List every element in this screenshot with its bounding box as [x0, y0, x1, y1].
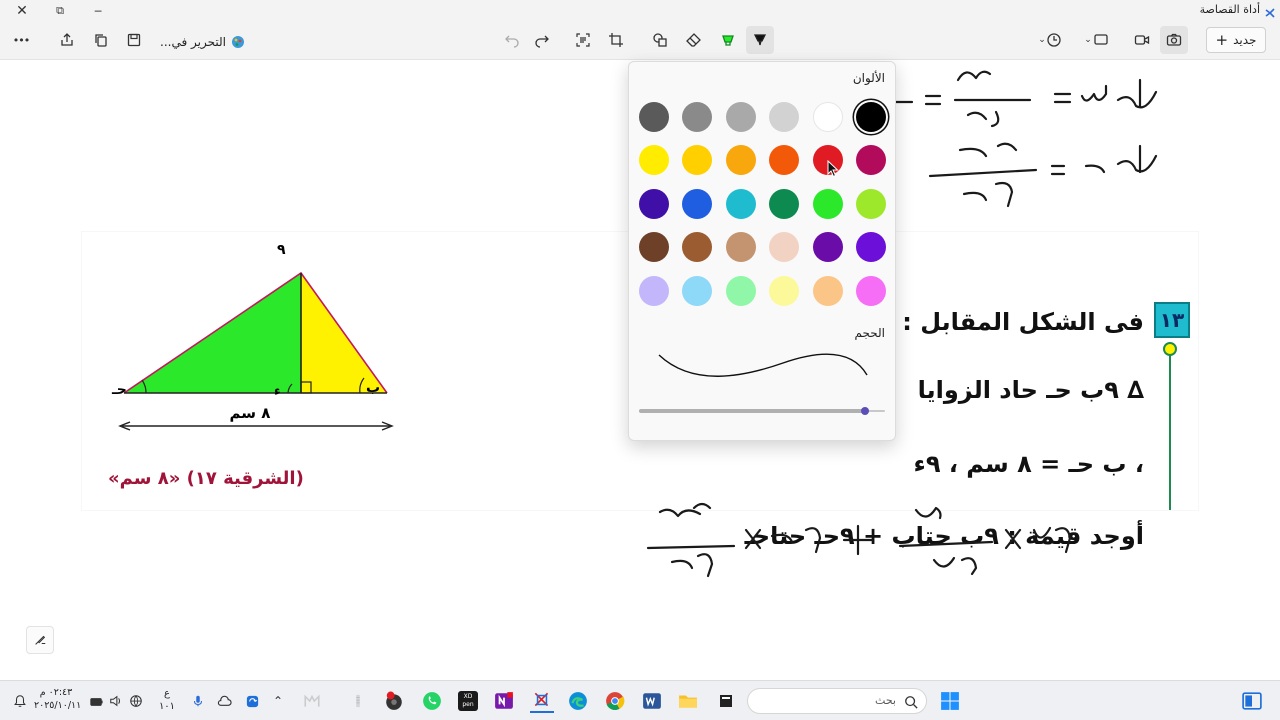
- new-snip-label: جديد: [1233, 33, 1257, 47]
- notification-panel-icon[interactable]: [8, 689, 32, 713]
- search-icon: [904, 694, 918, 709]
- cloud-sync-icon[interactable]: [212, 689, 236, 713]
- input-language-primary: ع: [164, 688, 170, 699]
- edge-icon[interactable]: [566, 689, 590, 713]
- rectangle-mode-icon[interactable]: [1087, 26, 1115, 54]
- color-swatch[interactable]: [769, 145, 800, 176]
- edit-in-button[interactable]: التحرير في...: [160, 32, 245, 52]
- clock-time: ٠٢:٤٣ م: [39, 687, 73, 698]
- color-swatch[interactable]: [639, 102, 669, 132]
- color-swatch[interactable]: [856, 232, 886, 263]
- refresh-app-icon[interactable]: [240, 689, 264, 713]
- color-swatch[interactable]: [725, 188, 756, 219]
- color-swatch[interactable]: [856, 275, 886, 306]
- video-mode-icon[interactable]: [1128, 26, 1156, 54]
- word-icon[interactable]: [640, 689, 664, 713]
- title-bar: ✕ ⧉ ─ أداة القصاصة: [0, 0, 1280, 22]
- app-logo-icon: [1264, 4, 1276, 18]
- stroke-preview: [658, 353, 868, 377]
- color-swatch[interactable]: [725, 145, 756, 176]
- size-title: الحجم: [854, 326, 885, 340]
- size-slider[interactable]: [639, 404, 885, 418]
- save-icon[interactable]: [120, 26, 148, 54]
- start-button[interactable]: [938, 689, 962, 713]
- color-swatch[interactable]: [682, 188, 713, 219]
- plus-icon: +: [1215, 30, 1229, 49]
- xdpen-icon[interactable]: XD pen: [456, 689, 480, 713]
- recorder-app-icon[interactable]: [382, 689, 406, 713]
- new-snip-button[interactable]: + جديد: [1206, 27, 1266, 53]
- ghost-app-icon[interactable]: [300, 689, 324, 713]
- color-swatch[interactable]: [725, 275, 756, 306]
- color-swatch[interactable]: [725, 232, 756, 263]
- color-swatch[interactable]: [725, 102, 756, 132]
- more-options-button[interactable]: •••: [7, 26, 35, 54]
- color-swatch[interactable]: [769, 188, 800, 219]
- toolbar: ••• التحرير في... ⌄ ⌄ + جديد: [0, 22, 1280, 60]
- color-swatch[interactable]: [769, 102, 800, 132]
- microphone-icon[interactable]: [186, 689, 210, 713]
- colors-title: الألوان: [852, 71, 885, 85]
- color-swatch[interactable]: [856, 188, 886, 219]
- share-icon[interactable]: [53, 26, 81, 54]
- edit-in-label: التحرير في...: [160, 35, 226, 49]
- highlighter-icon[interactable]: [714, 26, 742, 54]
- color-swatch[interactable]: [812, 102, 843, 132]
- color-swatch[interactable]: [769, 232, 800, 263]
- input-language-secondary: ١٠١: [158, 701, 176, 712]
- app-title: أداة القصاصة: [1199, 3, 1260, 16]
- color-swatch[interactable]: [769, 275, 800, 306]
- clock-date: ٢٠٢٥/١٠/١١: [34, 700, 82, 711]
- color-swatch[interactable]: [682, 275, 713, 306]
- pen-settings-popup: الألوان الحجم: [628, 61, 896, 441]
- terminal-app-icon[interactable]: [714, 689, 738, 713]
- color-swatch[interactable]: [682, 102, 713, 132]
- touch-writing-icon[interactable]: [26, 626, 54, 654]
- color-swatch[interactable]: [812, 188, 843, 219]
- shapes-icon[interactable]: [646, 26, 674, 54]
- color-swatch[interactable]: [682, 232, 713, 263]
- color-swatch[interactable]: [639, 232, 669, 263]
- zipper-app-icon[interactable]: [346, 689, 370, 713]
- color-swatch[interactable]: [856, 102, 886, 132]
- mouse-cursor-icon: [827, 159, 839, 178]
- size-slider-thumb[interactable]: [860, 407, 869, 415]
- taskbar: ٠٢:٤٣ م ٢٠٢٥/١٠/١١ ع ١٠١ ⌃ XD pen بحث: [0, 680, 1280, 720]
- copy-icon[interactable]: [87, 26, 115, 54]
- file-explorer-icon[interactable]: [676, 689, 700, 713]
- timer-icon[interactable]: [1040, 26, 1068, 54]
- snipping-tool-icon[interactable]: [530, 689, 554, 713]
- eraser-icon[interactable]: [680, 26, 708, 54]
- search-placeholder: بحث: [875, 694, 896, 707]
- color-swatch[interactable]: [639, 188, 669, 219]
- pen-icon[interactable]: [746, 26, 774, 54]
- undo-icon[interactable]: [498, 26, 526, 54]
- size-slider-fill: [639, 409, 867, 413]
- color-swatch[interactable]: [812, 232, 843, 263]
- paint-app-icon: [231, 35, 245, 49]
- chrome-icon[interactable]: [603, 689, 627, 713]
- color-swatch[interactable]: [639, 275, 669, 306]
- camera-mode-icon[interactable]: [1160, 26, 1188, 54]
- onenote-icon[interactable]: [492, 689, 516, 713]
- clock[interactable]: ٠٢:٤٣ م ٢٠٢٥/١٠/١١: [34, 686, 82, 712]
- whatsapp-icon[interactable]: [420, 689, 444, 713]
- crop-icon[interactable]: [602, 26, 630, 54]
- show-hidden-icons-icon[interactable]: ⌃: [266, 689, 290, 713]
- color-swatch[interactable]: [682, 145, 713, 176]
- color-swatch[interactable]: [856, 145, 886, 176]
- taskbar-search-box[interactable]: بحث: [747, 688, 927, 714]
- task-view-icon[interactable]: [1240, 689, 1264, 713]
- redo-icon[interactable]: [528, 26, 556, 54]
- color-swatch[interactable]: [812, 275, 843, 306]
- network-icon[interactable]: [124, 689, 148, 713]
- text-actions-icon[interactable]: [569, 26, 597, 54]
- input-language[interactable]: ع ١٠١: [156, 687, 178, 713]
- color-swatch[interactable]: [639, 145, 669, 176]
